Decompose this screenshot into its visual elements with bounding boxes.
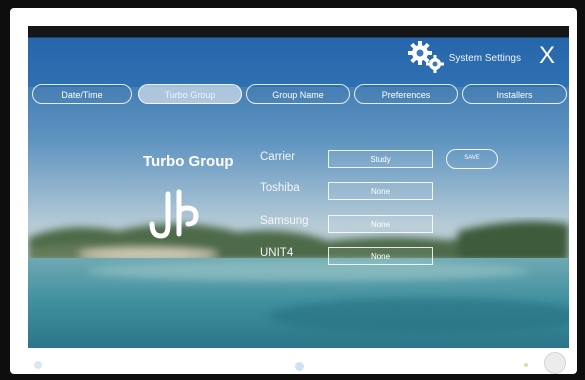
turbo-logo [149,189,199,239]
bezel-indicator-light [524,363,528,367]
gear-icon[interactable] [406,40,446,74]
samsung-field[interactable]: None [328,215,433,233]
row-label-carrier: Carrier [260,151,296,163]
settings-tabs: Date/Time Turbo Group Group Name Prefere… [32,84,567,106]
tab-preferences[interactable]: Preferences [354,84,458,104]
system-settings-title: System Settings [448,53,521,64]
bezel-indicator-center [295,362,304,371]
row-label-unit4: UNIT4 [260,247,294,259]
page-title: Turbo Group [143,153,234,170]
tab-installers[interactable]: Installers [462,84,567,104]
toshiba-field[interactable]: None [328,182,433,200]
carrier-field[interactable]: Study [328,150,433,168]
close-button[interactable]: X [535,44,559,68]
device-screen: System Settings X Date/Time Turbo Group … [28,26,569,348]
tab-turbo-group[interactable]: Turbo Group [138,84,242,104]
avatar[interactable] [544,352,566,374]
tab-group-name[interactable]: Group Name [246,84,350,104]
bezel-indicator-left [34,361,42,369]
row-label-samsung: Samsung [260,215,309,227]
unit4-field[interactable]: None [328,247,433,265]
row-label-toshiba: Toshiba [260,182,300,194]
save-button[interactable]: SAVE [446,149,498,169]
tab-date-time[interactable]: Date/Time [32,84,132,104]
